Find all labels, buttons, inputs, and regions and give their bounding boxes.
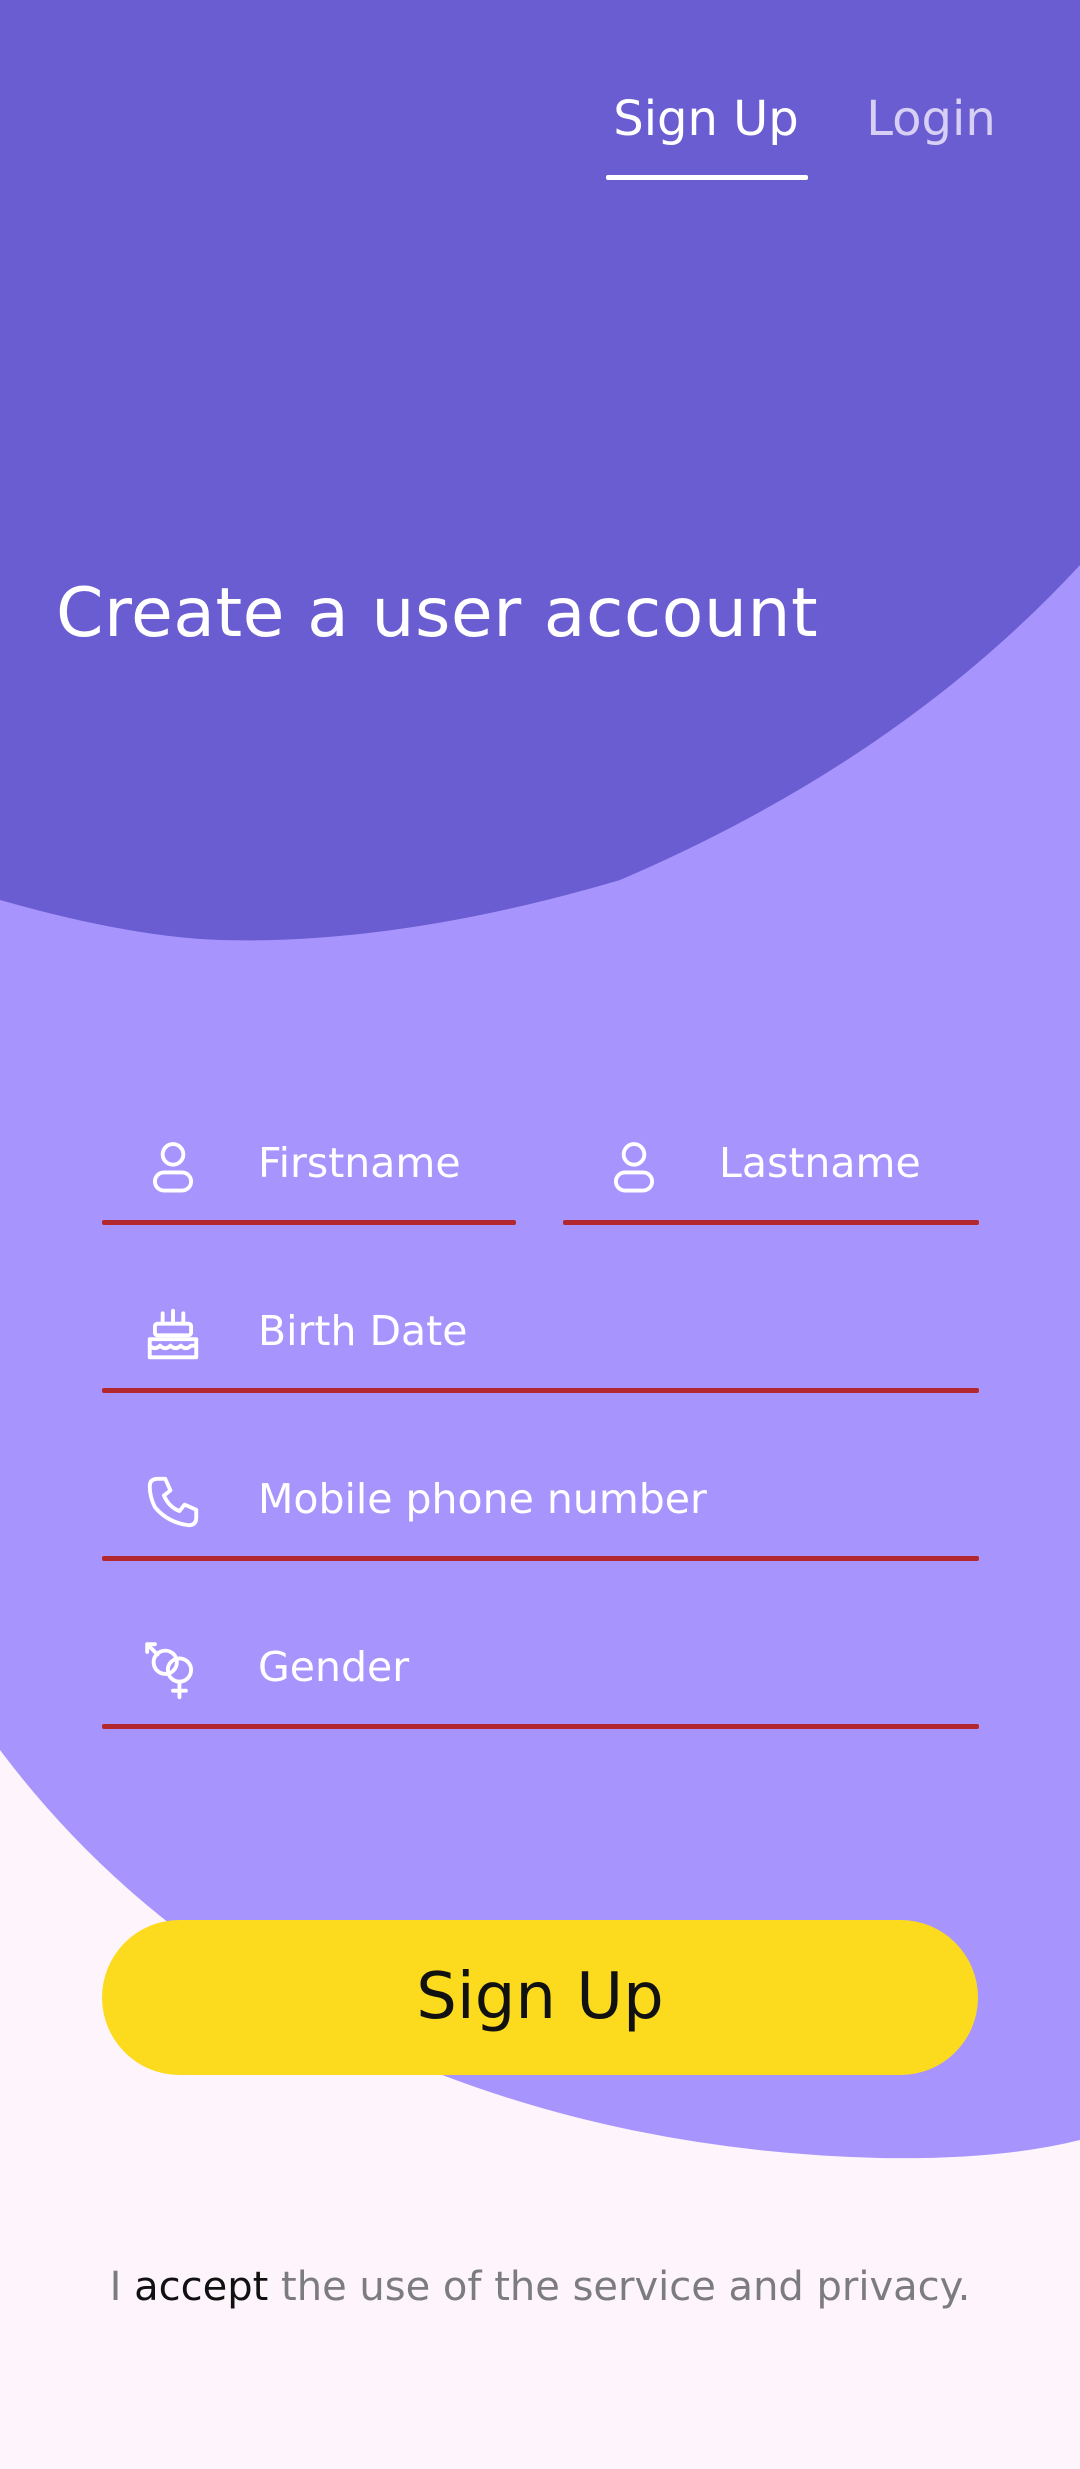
tab-login[interactable]: Login xyxy=(850,84,1012,154)
firstname-placeholder: Firstname xyxy=(258,1139,461,1187)
person-icon xyxy=(152,1142,194,1193)
page-title: Create a user account xyxy=(56,574,819,653)
gender-field[interactable]: Gender xyxy=(102,1609,979,1729)
field-underline xyxy=(102,1220,516,1225)
field-underline xyxy=(563,1220,979,1225)
phone-icon xyxy=(147,1476,199,1528)
lastname-placeholder: Lastname xyxy=(719,1139,921,1187)
phone-placeholder: Mobile phone number xyxy=(258,1475,707,1523)
terms-prefix: I xyxy=(109,2264,135,2310)
active-tab-indicator xyxy=(606,175,808,180)
field-underline xyxy=(102,1556,979,1561)
gender-icon xyxy=(145,1642,194,1700)
terms-suffix: the use of the service and privacy. xyxy=(268,2264,971,2310)
cake-icon xyxy=(147,1308,199,1360)
terms-text: I accept the use of the service and priv… xyxy=(0,2264,1080,2310)
birthdate-field[interactable]: Birth Date xyxy=(102,1273,979,1393)
accept-link[interactable]: accept xyxy=(134,2264,268,2310)
firstname-field[interactable]: Firstname xyxy=(102,1105,516,1225)
lastname-field[interactable]: Lastname xyxy=(563,1105,979,1225)
gender-placeholder: Gender xyxy=(258,1643,410,1691)
background-shapes xyxy=(0,0,1080,2159)
field-underline xyxy=(102,1724,979,1729)
birthdate-placeholder: Birth Date xyxy=(258,1307,468,1355)
person-icon xyxy=(613,1142,655,1193)
field-underline xyxy=(102,1388,979,1393)
phone-field[interactable]: Mobile phone number xyxy=(102,1441,979,1561)
sign-up-button[interactable]: Sign Up xyxy=(102,1920,978,2075)
tab-sign-up[interactable]: Sign Up xyxy=(604,84,808,154)
